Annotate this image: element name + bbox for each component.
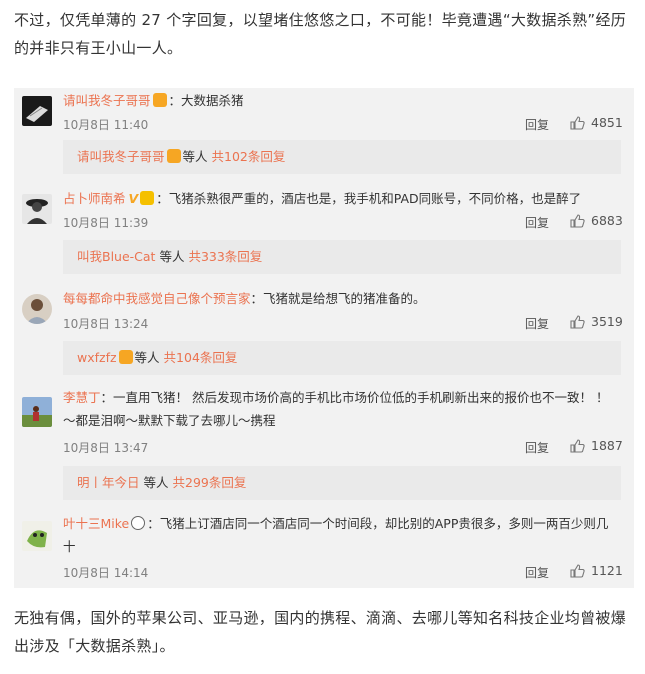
like-count: 6883 [591, 213, 623, 228]
avatar[interactable] [22, 194, 52, 224]
thumbs-up-icon[interactable] [570, 439, 585, 453]
reply-button[interactable]: 回复 [525, 564, 549, 581]
avatar[interactable] [22, 96, 52, 126]
member-badge-icon [118, 350, 133, 364]
sub-reply-suffix: 等人 [159, 249, 185, 264]
like-count: 1121 [591, 563, 623, 578]
like-count: 1887 [591, 438, 623, 453]
comment-timestamp: 10月8日 13:47 [63, 441, 149, 455]
intro-paragraph: 不过，仅凭单薄的 27 个字回复，以望堵住悠悠之口，不可能！毕竟遭遇“大数据杀熟… [14, 11, 627, 57]
comment-timestamp: 10月8日 13:24 [63, 317, 149, 331]
more-replies-link[interactable]: 共333条回复 [188, 249, 262, 264]
sub-reply-summary[interactable]: 请叫我冬子哥哥 等人 共102条回复 [63, 140, 621, 174]
like-count: 3519 [591, 314, 623, 329]
sub-reply-suffix: 等人 [182, 149, 208, 164]
reply-button[interactable]: 回复 [525, 214, 549, 231]
sub-reply-user[interactable]: 请叫我冬子哥哥 [77, 149, 165, 164]
comment-text-line-2: ～都是泪啊～默默下载了去哪儿～携程 [63, 413, 276, 428]
verified-v-icon: V [128, 191, 139, 206]
comment-timestamp: 10月8日 11:39 [63, 216, 149, 230]
sub-reply-summary[interactable]: wxfzfz 等人 共104条回复 [63, 341, 621, 375]
more-replies-link[interactable]: 共104条回复 [164, 350, 238, 365]
member-badge-icon [140, 191, 155, 205]
sub-reply-suffix: 等人 [143, 475, 169, 490]
more-replies-link[interactable]: 共102条回复 [212, 149, 286, 164]
comment-text: ：飞猪杀熟很严重的，酒店也是，我手机和PAD同账号，不同价格，也是醉了 [156, 191, 582, 206]
reply-button[interactable]: 回复 [525, 116, 549, 133]
comment-text-line-2: 十 [63, 539, 76, 554]
thumbs-up-icon[interactable] [570, 214, 585, 228]
thumbs-up-icon[interactable] [570, 315, 585, 329]
sub-reply-user[interactable]: 明丨年今日 [77, 475, 140, 490]
like-count: 4851 [591, 115, 623, 130]
panda-badge-icon [131, 516, 146, 530]
avatar[interactable] [22, 397, 52, 427]
reply-button[interactable]: 回复 [525, 439, 549, 456]
comment-text-line: 李慧丁：一直用飞猪！ 然后发现市场价高的手机比市场价位低的手机刷新出来的报价也不… [63, 387, 623, 409]
thumbs-up-icon[interactable] [570, 116, 585, 130]
sub-reply-user[interactable]: 叫我Blue-Cat [77, 249, 155, 264]
sub-reply-summary[interactable]: 叫我Blue-Cat 等人 共333条回复 [63, 240, 621, 274]
avatar[interactable] [22, 521, 52, 551]
comment-timestamp: 10月8日 11:40 [63, 118, 149, 132]
comment-text-line: 请叫我冬子哥哥 ：大数据杀猪 [63, 90, 623, 112]
sub-reply-summary[interactable]: 明丨年今日 等人 共299条回复 [63, 466, 621, 500]
comment-timestamp: 10月8日 14:14 [63, 566, 149, 580]
comment-username[interactable]: 每每都命中我感觉自己像个预言家 [63, 291, 251, 306]
thumbs-up-icon[interactable] [570, 564, 585, 578]
comment-card: 请叫我冬子哥哥 ：大数据杀猪 10月8日 11:40 回复 4851 请叫我冬子哥… [14, 88, 634, 588]
comment-text-line: 叶十三Mike ：飞猪上订酒店同一个酒店同一个时间段，却比别的APP贵很多，多则一… [63, 513, 623, 535]
comment-username[interactable]: 请叫我冬子哥哥 [63, 93, 151, 108]
comment-text: ：飞猪上订酒店同一个酒店同一个时间段，却比别的APP贵很多，多则一两百少则几 [147, 516, 609, 531]
avatar[interactable] [22, 294, 52, 324]
more-replies-link[interactable]: 共299条回复 [173, 475, 247, 490]
outro-paragraph: 无独有偶，国外的苹果公司、亚马逊，国内的携程、滴滴、去哪儿等知名科技企业均曾被爆… [14, 609, 627, 655]
comment-username[interactable]: 李慧丁 [63, 390, 101, 405]
comment-username[interactable]: 叶十三Mike [63, 516, 129, 531]
comment-username[interactable]: 占卜师南希 [63, 191, 126, 206]
member-badge-icon [166, 149, 181, 163]
sub-reply-user[interactable]: wxfzfz [77, 350, 117, 365]
member-badge-icon [152, 93, 167, 107]
sub-reply-suffix: 等人 [134, 350, 160, 365]
comment-text-line: 每每都命中我感觉自己像个预言家：飞猪就是给想飞的猪准备的。 [63, 288, 623, 310]
comment-text: ：飞猪就是给想飞的猪准备的。 [250, 291, 426, 306]
reply-button[interactable]: 回复 [525, 315, 549, 332]
comment-text: ：一直用飞猪！ 然后发现市场价高的手机比市场价位低的手机刷新出来的报价也不一致！… [100, 390, 609, 405]
comment-text: ：大数据杀猪 [168, 93, 244, 108]
comment-text-line: 占卜师南希 V ：飞猪杀熟很严重的，酒店也是，我手机和PAD同账号，不同价格，也是醉… [63, 188, 623, 210]
